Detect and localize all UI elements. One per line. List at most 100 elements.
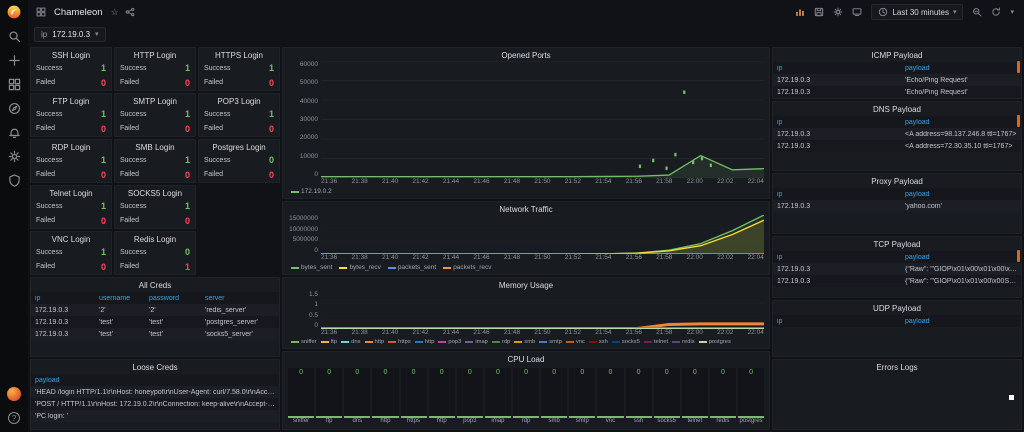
legend-item[interactable]: packets_recv <box>443 264 491 271</box>
legend-item[interactable]: pop3 <box>438 339 461 345</box>
main-area: Chameleon ☆ Last <box>28 0 1024 432</box>
panel-title[interactable]: Opened Ports <box>283 48 769 61</box>
legend-item[interactable]: vnc <box>566 339 585 345</box>
stat-failed-row: Failed0 <box>31 260 111 275</box>
legend-item[interactable]: http <box>415 339 435 345</box>
save-dashboard-button[interactable] <box>814 7 824 17</box>
table-row: 172.19.0.3'Echo/Ping Request' <box>773 74 1021 86</box>
panel-title[interactable]: FTP Login <box>31 94 111 107</box>
gauge-value: 0 <box>738 368 764 376</box>
panel-title[interactable]: DNS Payload <box>773 102 1021 115</box>
cpu-gauge: 0socks5 <box>654 368 680 427</box>
y-tick-label: 1 <box>314 301 318 308</box>
cpu-gauge: 0imap <box>485 368 511 427</box>
grafana-logo[interactable] <box>7 5 21 19</box>
panel-title[interactable]: UDP Payload <box>773 301 1021 314</box>
sidebar-item-help[interactable]: ? <box>7 411 21 425</box>
legend-item[interactable]: bytes_recv <box>339 264 380 271</box>
stat-value-success: 0 <box>269 155 274 165</box>
legend-item[interactable]: smb <box>514 339 535 345</box>
dashboard-title[interactable]: Chameleon <box>54 7 103 18</box>
legend-item[interactable]: bytes_sent <box>291 264 332 271</box>
share-button[interactable] <box>125 7 135 17</box>
panel-title[interactable]: All Creds <box>31 278 279 291</box>
sidebar-item-server-admin[interactable] <box>7 173 21 187</box>
plot-area[interactable] <box>321 61 764 178</box>
panel-title[interactable]: Memory Usage <box>283 278 769 291</box>
dashboard-settings-button[interactable] <box>833 7 843 17</box>
plot-area[interactable] <box>321 215 764 254</box>
legend-item[interactable]: sniffer <box>291 339 317 345</box>
sidebar-item-search[interactable] <box>7 29 21 43</box>
panel-title[interactable]: Errors Logs <box>773 360 1021 373</box>
panel-title[interactable]: SMB Login <box>115 140 195 153</box>
sidebar-item-explore[interactable] <box>7 101 21 115</box>
panel-title[interactable]: CPU Load <box>283 352 769 365</box>
panel-title[interactable]: POP3 Login <box>199 94 279 107</box>
panel-title[interactable]: Redis Login <box>115 232 195 245</box>
legend-item[interactable]: 172.19.0.2 <box>291 188 332 195</box>
legend-item[interactable]: postgres <box>699 339 731 345</box>
legend-item[interactable]: ssh <box>589 339 608 345</box>
legend-item[interactable]: smtp <box>539 339 562 345</box>
panel-title[interactable]: Network Traffic <box>283 202 769 215</box>
scrollbar-thumb[interactable] <box>1017 115 1020 127</box>
sidebar-item-alerting[interactable] <box>7 125 21 139</box>
x-tick-label: 21:54 <box>595 178 611 187</box>
legend-item[interactable]: ftp <box>321 339 337 345</box>
stat-value-failed: 0 <box>101 170 106 180</box>
legend-item[interactable]: packets_sent <box>388 264 436 271</box>
sidebar-item-dashboards[interactable] <box>7 77 21 91</box>
ip-variable-dropdown[interactable]: ip 172.19.0.3 ▾ <box>34 27 106 42</box>
plot-column: 21:3621:3821:4021:4221:4421:4621:4821:50… <box>321 61 764 187</box>
panel-title[interactable]: Telnet Login <box>31 186 111 199</box>
scrollbar-thumb[interactable] <box>1017 250 1020 262</box>
table-cell: ip <box>773 254 901 261</box>
plot-column: 21:3621:3821:4021:4221:4421:4621:4821:50… <box>321 291 764 338</box>
stat-label: Success <box>120 203 146 210</box>
stat-success-row: Success1 <box>115 61 195 76</box>
zoom-out-button[interactable] <box>972 7 982 17</box>
star-icon[interactable]: ☆ <box>111 8 119 17</box>
panel-title[interactable]: SSH Login <box>31 48 111 61</box>
user-avatar[interactable] <box>7 387 21 401</box>
panel-title[interactable]: Proxy Payload <box>773 174 1021 187</box>
stat-label: Failed <box>36 171 55 178</box>
refresh-button[interactable] <box>991 7 1001 17</box>
legend-item[interactable]: dns <box>341 339 360 345</box>
time-range-picker[interactable]: Last 30 minutes ▾ <box>871 4 963 20</box>
scrollbar-thumb[interactable] <box>1017 61 1020 73</box>
legend-item[interactable]: imap <box>465 339 488 345</box>
sidebar-item-configuration[interactable] <box>7 149 21 163</box>
plot-area[interactable] <box>321 291 764 329</box>
stat-failed-row: Failed0 <box>31 122 111 137</box>
x-tick-label: 21:44 <box>443 329 459 338</box>
gauge-box: 0 <box>513 368 539 418</box>
add-panel-button[interactable] <box>795 7 805 17</box>
panel-title[interactable]: Loose Creds <box>31 360 279 373</box>
refresh-interval-dropdown[interactable]: ▾ <box>1010 9 1014 16</box>
legend-item[interactable]: socks5 <box>612 339 640 345</box>
dashboard-picker-button[interactable] <box>36 7 46 17</box>
legend-item[interactable]: http <box>365 339 385 345</box>
panel-title[interactable]: SOCKS5 Login <box>115 186 195 199</box>
variable-label: ip <box>41 30 47 39</box>
panel-title[interactable]: SMTP Login <box>115 94 195 107</box>
table-cell: 'PC login: ' <box>31 413 279 420</box>
legend-item[interactable]: redis <box>672 339 695 345</box>
cycle-view-button[interactable] <box>852 7 862 17</box>
panel-title[interactable]: ICMP Payload <box>773 48 1021 61</box>
x-tick-label: 21:42 <box>412 254 428 263</box>
panel-title[interactable]: TCP Payload <box>773 237 1021 250</box>
sidebar-item-create[interactable] <box>7 53 21 67</box>
panel-title[interactable]: Postgres Login <box>199 140 279 153</box>
legend-item[interactable]: telnet <box>644 339 668 345</box>
legend-item[interactable]: https <box>388 339 411 345</box>
legend-item[interactable]: rdp <box>492 339 510 345</box>
table-row: 172.19.0.3'2''2''redis_server' <box>31 304 279 316</box>
panel-title[interactable]: RDP Login <box>31 140 111 153</box>
table-row: 'PC login: ' <box>31 410 279 422</box>
panel-title[interactable]: VNC Login <box>31 232 111 245</box>
panel-title[interactable]: HTTP Login <box>115 48 195 61</box>
panel-title[interactable]: HTTPS Login <box>199 48 279 61</box>
